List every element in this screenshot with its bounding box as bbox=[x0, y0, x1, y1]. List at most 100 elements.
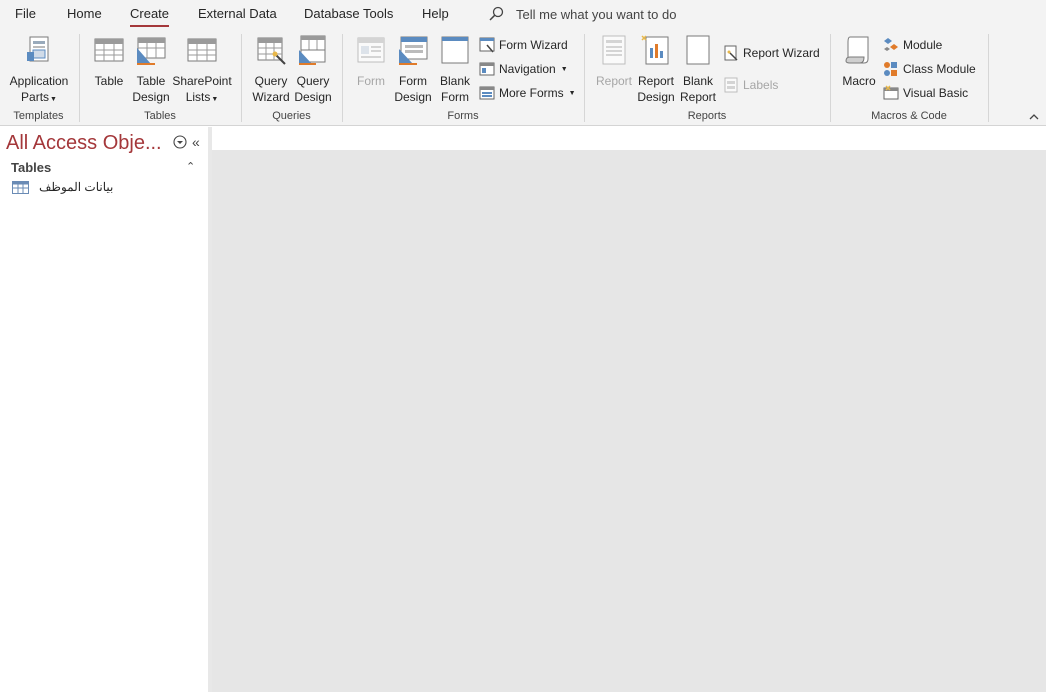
blank-report-button[interactable]: Blank Report bbox=[678, 34, 718, 105]
report-label: Report bbox=[595, 74, 633, 88]
group-separator bbox=[342, 34, 343, 122]
query-wizard-button[interactable]: Query Wizard bbox=[250, 34, 292, 105]
blank-form-icon bbox=[441, 36, 469, 64]
navigation-label: Navigation bbox=[499, 62, 556, 76]
labels-button[interactable]: Labels bbox=[723, 77, 778, 93]
macro-label: Macro bbox=[842, 74, 876, 88]
table-design-label-2: Design bbox=[132, 90, 170, 104]
form-design-icon bbox=[399, 36, 428, 65]
form-wizard-button[interactable]: Form Wizard bbox=[479, 37, 568, 53]
shutter-bar-close-icon[interactable]: « bbox=[192, 134, 200, 150]
query-wizard-icon bbox=[257, 37, 286, 65]
sharepoint-lists-button[interactable]: SharePoint Lists▼ bbox=[172, 34, 232, 108]
report-design-label-2: Design bbox=[637, 90, 675, 104]
report-wizard-label: Report Wizard bbox=[743, 46, 820, 60]
visual-basic-icon bbox=[883, 85, 899, 100]
report-design-label-1: Report bbox=[637, 74, 675, 88]
nav-item-label: بيانات الموظف bbox=[39, 180, 114, 194]
table-icon bbox=[12, 180, 29, 194]
collapse-ribbon-icon[interactable] bbox=[1028, 111, 1040, 123]
tell-me-box[interactable]: Tell me what you want to do bbox=[488, 6, 676, 22]
table-label: Table bbox=[94, 74, 124, 88]
module-button[interactable]: Module bbox=[883, 37, 942, 53]
class-module-icon bbox=[884, 62, 897, 76]
menu-bar: File Home Create External Data Database … bbox=[0, 0, 1046, 30]
tab-home[interactable]: Home bbox=[67, 6, 102, 21]
more-forms-label: More Forms bbox=[499, 86, 564, 100]
tell-me-text: Tell me what you want to do bbox=[516, 6, 677, 22]
blank-report-icon bbox=[686, 35, 710, 65]
table-design-button[interactable]: Table Design bbox=[132, 34, 170, 105]
group-forms-label: Forms bbox=[447, 110, 479, 122]
form-design-label-2: Design bbox=[394, 90, 432, 104]
navigation-icon bbox=[479, 62, 495, 76]
more-forms-button[interactable]: More Forms ▼ bbox=[479, 85, 576, 101]
form-design-button[interactable]: Form Design bbox=[393, 34, 433, 105]
collapse-section-icon[interactable]: ⌃ bbox=[186, 160, 195, 173]
form-design-label-1: Form bbox=[399, 74, 427, 88]
application-parts-label-2: Parts bbox=[21, 90, 50, 104]
report-design-icon bbox=[641, 35, 669, 65]
group-macros-code-label: Macros & Code bbox=[871, 110, 947, 122]
class-module-label: Class Module bbox=[903, 62, 976, 76]
blank-form-label-1: Blank bbox=[439, 74, 471, 88]
tab-file[interactable]: File bbox=[15, 6, 36, 21]
tab-external-data[interactable]: External Data bbox=[198, 6, 277, 21]
sharepoint-lists-label-2: Lists bbox=[185, 90, 211, 104]
group-queries-label: Queries bbox=[272, 110, 311, 122]
nav-item-table[interactable]: بيانات الموظف bbox=[12, 180, 113, 194]
group-separator bbox=[988, 34, 989, 122]
visual-basic-button[interactable]: Visual Basic bbox=[883, 85, 968, 101]
report-design-button[interactable]: Report Design bbox=[636, 34, 676, 105]
table-button[interactable]: Table bbox=[92, 34, 126, 89]
chevron-down-icon: ▼ bbox=[211, 96, 219, 103]
navigation-button[interactable]: Navigation ▼ bbox=[479, 61, 568, 77]
report-button[interactable]: Report bbox=[594, 34, 634, 89]
blank-report-label-2: Report bbox=[679, 90, 717, 104]
workspace-tab-strip bbox=[212, 127, 1046, 150]
tab-create[interactable]: Create bbox=[130, 6, 170, 27]
group-separator bbox=[584, 34, 585, 122]
nav-section-tables[interactable]: Tables bbox=[11, 160, 51, 175]
chevron-down-icon: ▼ bbox=[560, 65, 568, 73]
form-wizard-label: Form Wizard bbox=[499, 38, 568, 52]
chevron-down-icon: ▼ bbox=[568, 89, 576, 97]
form-button[interactable]: Form bbox=[352, 34, 390, 89]
visual-basic-label: Visual Basic bbox=[903, 86, 969, 100]
group-reports-label: Reports bbox=[687, 110, 727, 122]
module-label: Module bbox=[903, 38, 943, 52]
navigation-pane: All Access Obje... « Tables ⌃ بيانات الم… bbox=[0, 127, 210, 692]
workspace-area bbox=[212, 150, 1046, 692]
blank-form-label-2: Form bbox=[441, 90, 469, 104]
query-design-label-1: Query bbox=[296, 74, 330, 88]
query-wizard-label-2: Wizard bbox=[252, 90, 290, 104]
class-module-button[interactable]: Class Module bbox=[883, 61, 976, 77]
module-icon bbox=[884, 38, 898, 51]
query-design-label-2: Design bbox=[294, 90, 332, 104]
query-design-button[interactable]: Query Design bbox=[293, 34, 333, 105]
report-icon bbox=[602, 35, 626, 65]
form-icon bbox=[357, 37, 385, 63]
blank-form-button[interactable]: Blank Form bbox=[436, 34, 474, 105]
application-parts-button[interactable]: Application Parts▼ bbox=[7, 34, 71, 108]
ribbon: Application Parts▼ Templates Table Table… bbox=[0, 30, 1046, 126]
macro-button[interactable]: Macro bbox=[840, 34, 878, 89]
sharepoint-lists-icon bbox=[187, 38, 217, 62]
application-parts-icon bbox=[27, 36, 49, 62]
report-wizard-button[interactable]: Report Wizard bbox=[723, 45, 820, 61]
blank-report-label-1: Blank bbox=[682, 74, 714, 88]
table-icon bbox=[94, 38, 124, 62]
tab-help[interactable]: Help bbox=[422, 6, 449, 21]
group-tables-label: Tables bbox=[144, 110, 176, 122]
more-forms-icon bbox=[479, 86, 495, 100]
labels-label: Labels bbox=[743, 78, 779, 92]
report-wizard-icon bbox=[724, 45, 738, 61]
labels-icon bbox=[724, 77, 738, 93]
navigation-pane-title[interactable]: All Access Obje... bbox=[6, 132, 162, 155]
table-design-label-1: Table bbox=[136, 74, 166, 88]
chevron-down-circle-icon[interactable] bbox=[173, 135, 187, 149]
tab-database-tools[interactable]: Database Tools bbox=[304, 6, 393, 21]
table-design-icon bbox=[137, 37, 166, 65]
macro-icon bbox=[845, 36, 869, 64]
query-wizard-label-1: Query bbox=[254, 74, 288, 88]
